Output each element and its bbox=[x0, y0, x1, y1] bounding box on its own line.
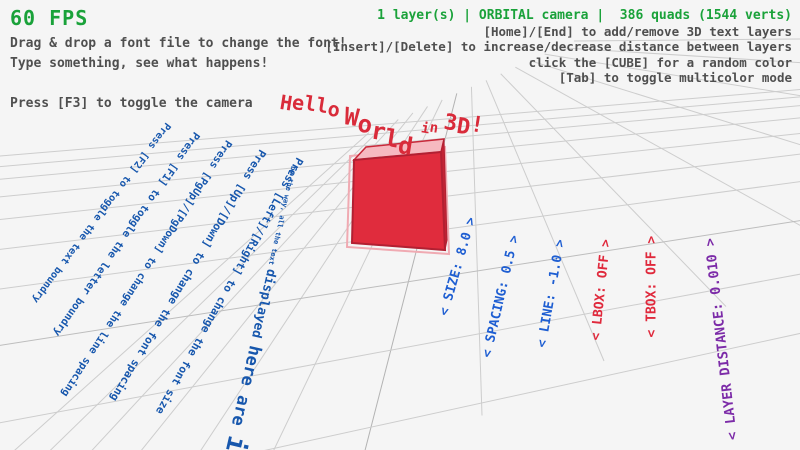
setting-tbox: < TBOX: OFF > bbox=[645, 236, 660, 338]
status-bar: 1 layer(s) | ORBITAL camera | 386 quads … bbox=[377, 8, 792, 23]
hint-layer-distance: [Insert]/[Delete] to increase/decrease d… bbox=[325, 39, 792, 54]
hint-cube-color: click the [CUBE] for a random color bbox=[529, 55, 792, 70]
hint-toggle-camera: Press [F3] to toggle the camera bbox=[10, 96, 253, 111]
hint-multicolor: [Tab] to toggle multicolor mode bbox=[559, 70, 792, 85]
raylib-3d-text-viewport[interactable]: Press [F2] to toggle the text boundry Pr… bbox=[0, 0, 800, 450]
hud-right-hints: 1 layer(s) | ORBITAL camera | 386 quads … bbox=[325, 7, 792, 86]
hint-type: Type something, see what happens! bbox=[10, 56, 268, 71]
spine-segment: here are bbox=[225, 344, 265, 438]
spacer bbox=[10, 74, 347, 94]
cube-front-face bbox=[352, 152, 445, 250]
hud-left-hints: Drag & drop a font file to change the fo… bbox=[10, 34, 347, 114]
spine-segment: by the way, all the text bbox=[266, 165, 297, 269]
spine-segment: displayed bbox=[246, 268, 278, 348]
hint-drag-drop: Drag & drop a font file to change the fo… bbox=[10, 36, 347, 51]
hint-layers: [Home]/[End] to add/remove 3D text layer… bbox=[483, 24, 792, 39]
fps-counter: 60 FPS bbox=[10, 6, 88, 30]
